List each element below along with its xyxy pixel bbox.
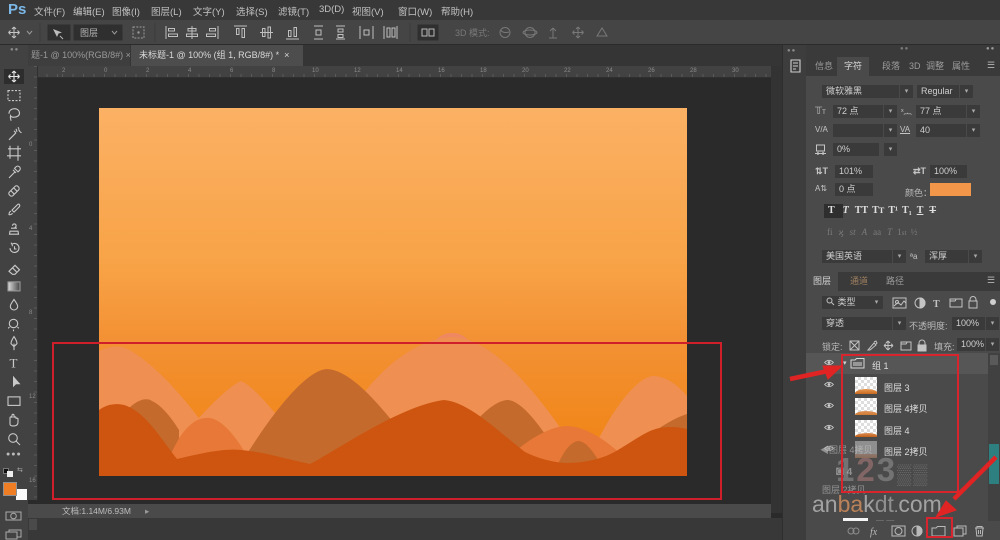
svg-text:图层: 图层 xyxy=(80,28,98,38)
svg-text:3D 模式:: 3D 模式: xyxy=(455,27,490,38)
svg-text:fx: fx xyxy=(870,527,878,538)
svg-text:T: T xyxy=(10,356,18,371)
svg-text:T: T xyxy=(933,299,940,310)
